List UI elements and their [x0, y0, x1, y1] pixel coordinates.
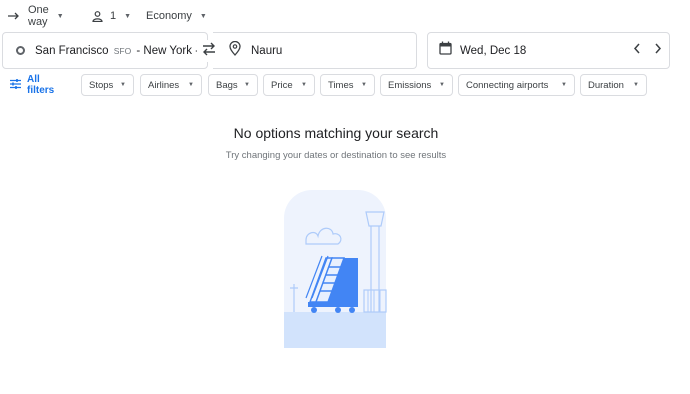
caret-down-icon: ▼ — [439, 82, 445, 88]
origin-city: San Francisco — [35, 44, 109, 57]
swap-icon — [201, 42, 217, 61]
empty-state-subtitle: Try changing your dates or destination t… — [225, 150, 447, 161]
filter-chip-connecting-airports[interactable]: Connecting airports ▼ — [458, 74, 575, 96]
chevron-right-icon — [654, 41, 662, 59]
caret-down-icon: ▼ — [124, 12, 132, 20]
origin-code: SFO — [113, 45, 132, 56]
chip-label: Bags — [216, 79, 238, 91]
calendar-icon — [439, 41, 452, 60]
origin-circle-icon — [16, 46, 25, 55]
filter-chip-emissions[interactable]: Emissions ▼ — [380, 74, 453, 96]
filter-chip-airlines[interactable]: Airlines ▼ — [140, 74, 202, 96]
destination-field[interactable]: Nauru — [213, 32, 417, 69]
chevron-left-icon — [633, 41, 641, 59]
chip-label: Price — [271, 79, 293, 91]
caret-down-icon: ▼ — [120, 82, 126, 88]
previous-date-button[interactable] — [628, 41, 646, 59]
filter-chip-bags[interactable]: Bags ▼ — [208, 74, 258, 96]
all-filters-button[interactable]: All filters — [10, 74, 54, 96]
trip-type-label: One way — [28, 4, 49, 28]
departure-date-field[interactable]: Wed, Dec 18 — [427, 32, 670, 69]
origin-field[interactable]: San Francisco SFO - New York - ... — [2, 32, 208, 69]
chip-label: Stops — [89, 79, 114, 91]
swap-button[interactable] — [197, 40, 221, 62]
chip-label: Airlines — [148, 79, 180, 91]
tune-icon — [10, 78, 27, 92]
caret-down-icon: ▼ — [188, 82, 194, 88]
next-date-button[interactable] — [649, 41, 667, 59]
location-pin-icon — [229, 40, 241, 61]
cabin-class-select[interactable]: Economy ▼ — [146, 0, 207, 32]
trip-type-select[interactable]: One way ▼ — [8, 0, 64, 32]
all-filters-label: All filters — [27, 74, 55, 96]
caret-down-icon: ▼ — [561, 82, 567, 88]
caret-down-icon: ▼ — [633, 82, 639, 88]
passengers-select[interactable]: 1 ▼ — [92, 0, 131, 32]
origin-text: San Francisco SFO - New York - ... — [35, 45, 207, 57]
chip-label: Emissions — [388, 79, 432, 91]
chip-label: Connecting airports — [466, 79, 549, 91]
chip-label: Duration — [588, 79, 624, 91]
empty-state-title: No options matching your search — [233, 125, 439, 141]
empty-state-illustration — [270, 188, 400, 352]
arrow-right-icon — [8, 11, 20, 21]
filter-chip-duration[interactable]: Duration ▼ — [580, 74, 647, 96]
passengers-count: 1 — [110, 10, 117, 22]
cabin-class-label: Economy — [146, 10, 192, 22]
filter-chip-times[interactable]: Times ▼ — [320, 74, 375, 96]
caret-down-icon: ▼ — [301, 82, 307, 88]
caret-down-icon: ▼ — [199, 12, 207, 20]
caret-down-icon: ▼ — [361, 82, 367, 88]
chip-label: Times — [328, 79, 354, 91]
caret-down-icon: ▼ — [56, 12, 64, 20]
caret-down-icon: ▼ — [244, 82, 250, 88]
filter-chip-price[interactable]: Price ▼ — [263, 74, 315, 96]
filter-chip-stops[interactable]: Stops ▼ — [81, 74, 134, 96]
person-icon — [92, 10, 103, 22]
destination-text: Nauru — [251, 44, 283, 57]
departure-date: Wed, Dec 18 — [460, 44, 527, 57]
